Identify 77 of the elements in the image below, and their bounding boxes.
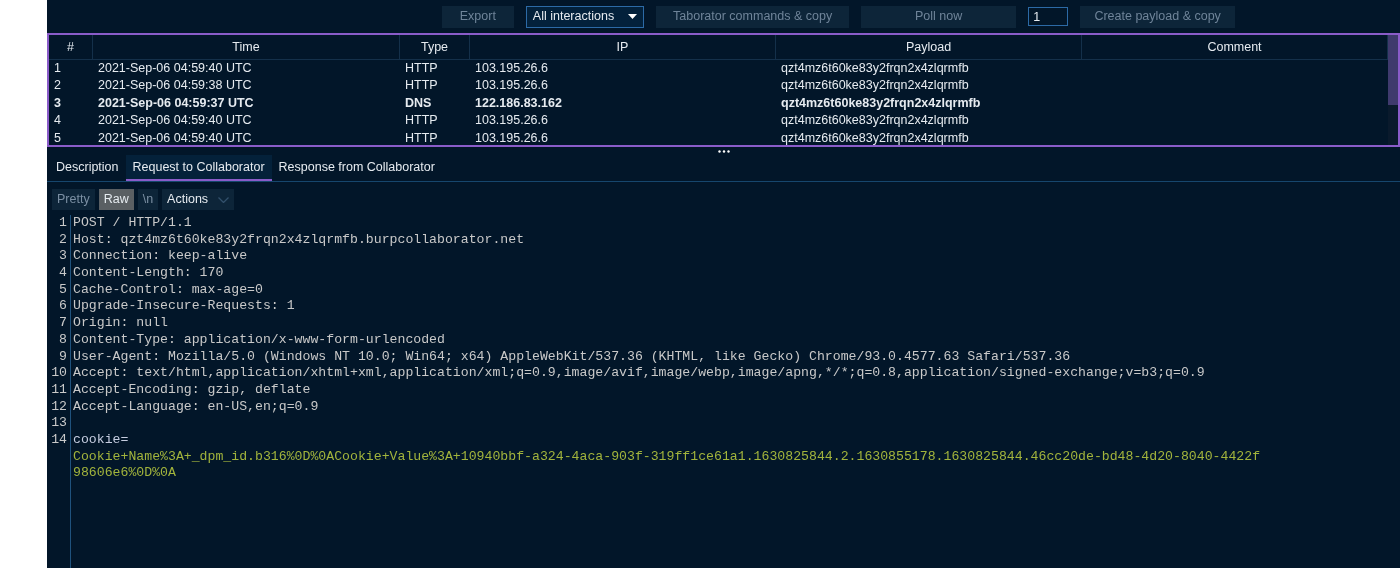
line-number: 11: [50, 381, 68, 399]
filter-dropdown[interactable]: All interactions: [525, 5, 645, 28]
line-number: 8: [58, 331, 68, 349]
poll-button[interactable]: Poll now: [861, 5, 1017, 28]
table-cell-text: HTTP: [404, 112, 439, 130]
code-line: Accept-Language: en-US,en;q=0.9: [73, 398, 320, 416]
table-cell-text: 2021-Sep-06 04:59:37 UTC: [97, 94, 255, 112]
line-number: 3: [58, 248, 68, 266]
code-line: Origin: null: [73, 315, 169, 332]
code-line: POST / HTTP/1.1: [73, 215, 193, 232]
table-cell-text: qzt4mz6t60ke83y2frqn2x4zlqrmfb: [780, 112, 970, 130]
line-number: 10: [50, 365, 68, 382]
view-toggle-button[interactable]: Pretty: [52, 189, 95, 210]
code-line: Content-Length: 170: [73, 265, 225, 282]
code-line: Cookie+Name%3A+_dpm_id.b316%0D%0ACookie+Value%3A+10940bbf-a324-4aca-903f-319ff1ce61a1.1630825844.2.1630855178.1630825844.46cc20de-bd48-4d20-8040-4422f: [73, 448, 1261, 466]
scrollbar[interactable]: [1388, 35, 1398, 145]
line-number: 14: [50, 431, 68, 449]
code-line: Connection: keep-alive: [73, 248, 249, 266]
line-number: 6: [58, 298, 68, 316]
table-cell-text: 2: [53, 77, 62, 95]
column-header[interactable]: Time: [93, 35, 400, 60]
code-line: Accept-Encoding: gzip, deflate: [73, 381, 312, 399]
table-cell-text: qzt4mz6t60ke83y2frqn2x4zlqrmfb: [780, 60, 970, 77]
code-line: Content-Type: application/x-www-form-urlencoded: [73, 331, 446, 349]
table-cell-text: HTTP: [404, 129, 439, 145]
table-cell-text: 103.195.26.6: [474, 77, 549, 95]
code-line: Accept: text/html,application/xhtml+xml,application/xml;q=0.9,image/avif,image/webp,image/apng,*/*;q=0.8,application/signed-exchange;v=b3;q=0.9: [73, 365, 1206, 382]
table-cell-text: HTTP: [404, 77, 439, 95]
tab[interactable]: Request to Collaborator: [125, 155, 272, 181]
create-payload-button[interactable]: Create payload & copy: [1080, 5, 1236, 28]
column-header[interactable]: IP: [470, 35, 776, 60]
code-line: 98606e6%0D%0A: [73, 465, 177, 482]
column-header[interactable]: Payload: [776, 35, 1082, 60]
table-cell-text: 122.186.83.162: [474, 94, 563, 112]
drag-handle-icon[interactable]: [717, 149, 730, 153]
chevron-icon: [218, 196, 230, 203]
line-number: 12: [50, 398, 68, 416]
view-toggle-button[interactable]: Raw: [98, 189, 134, 210]
line-number: 13: [50, 415, 68, 432]
table-cell-text: 5: [53, 129, 62, 145]
line-number: 7: [58, 315, 68, 332]
table-cell-text: qzt4mz6t60ke83y2frqn2x4zlqrmfb: [780, 129, 970, 145]
code-line: Host: qzt4mz6t60ke83y2frqn2x4zlqrmfb.burpcollaborator.net: [73, 231, 526, 249]
code-line: cookie=: [73, 431, 130, 449]
count-field[interactable]: 1: [1028, 7, 1069, 26]
code-line: Upgrade-Insecure-Requests: 1: [73, 298, 296, 316]
taborator-button[interactable]: Taborator commands & copy: [656, 5, 850, 28]
table-cell-text: 1: [53, 60, 62, 77]
table-cell-text: 2021-Sep-06 04:59:40 UTC: [97, 112, 253, 130]
table-cell-text: DNS: [404, 94, 433, 112]
table-cell-text: 2021-Sep-06 04:59:38 UTC: [97, 77, 253, 95]
column-header[interactable]: Comment: [1082, 35, 1388, 60]
table-cell-text: qzt4mz6t60ke83y2frqn2x4zlqrmfb: [780, 94, 982, 112]
line-number: 9: [58, 348, 68, 366]
column-header[interactable]: Type: [400, 35, 470, 60]
code-line: Cache-Control: max-age=0: [73, 281, 264, 299]
export-button[interactable]: Export: [441, 5, 514, 28]
table-cell-text: HTTP: [404, 60, 439, 77]
table-cell-text: 2021-Sep-06 04:59:40 UTC: [97, 60, 253, 77]
view-toggle-button[interactable]: \n: [137, 189, 159, 210]
code-line: User-Agent: Mozilla/5.0 (Windows NT 10.0; Win64; x64) AppleWebKit/537.36 (KHTML, like Gecko) Chrome/93.0.4577.63 Safari/537.36: [73, 348, 1072, 366]
table-cell-text: 103.195.26.6: [474, 112, 549, 130]
line-number: 1: [58, 215, 68, 232]
table-cell-text: 4: [53, 112, 62, 130]
line-number: 2: [58, 231, 68, 249]
column-header[interactable]: #: [49, 35, 93, 60]
tab[interactable]: Response from Collaborator: [271, 155, 442, 181]
line-number: 4: [58, 265, 68, 282]
table-cell-text: 103.195.26.6: [474, 129, 549, 145]
table-cell-text: 3: [53, 94, 62, 112]
line-number: 5: [58, 281, 68, 299]
table-cell-text: 2021-Sep-06 04:59:40 UTC: [97, 129, 253, 145]
tab[interactable]: Description: [49, 155, 126, 181]
table-cell-text: qzt4mz6t60ke83y2frqn2x4zlqrmfb: [780, 77, 970, 95]
table-cell-text: 103.195.26.6: [474, 60, 549, 77]
caret-icon: [628, 14, 638, 19]
actions-menu-button[interactable]: Actions: [162, 189, 235, 210]
